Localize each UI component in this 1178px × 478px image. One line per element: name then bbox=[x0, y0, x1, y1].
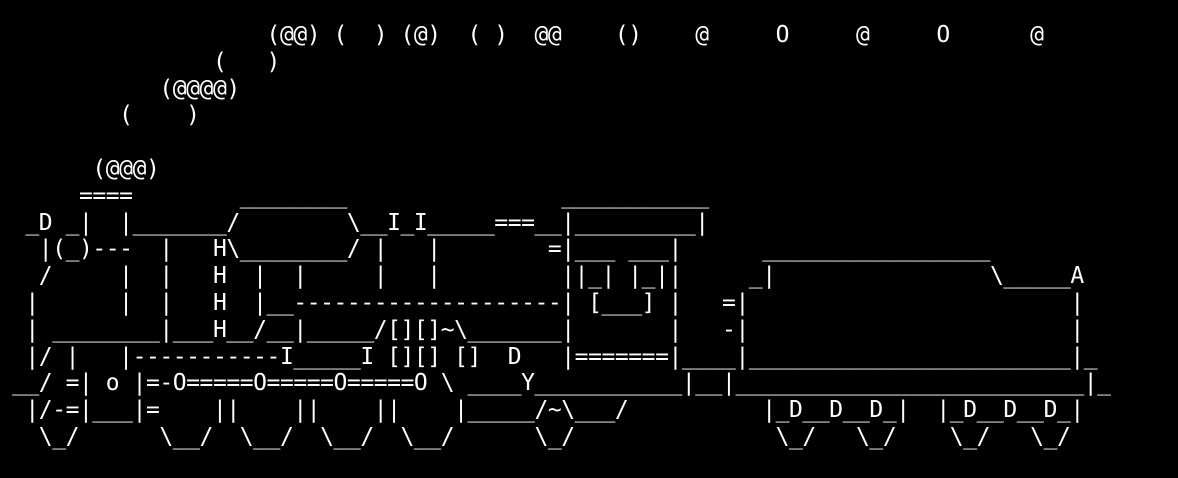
smoke-line-5: (@@@) bbox=[12, 155, 160, 182]
locomotive-line-8: __/ =| o |=-O=====O=====O=====O \ ____Y_… bbox=[12, 370, 1111, 397]
locomotive-line-3: |(_)--- | H\________/ | | =|___ ___| ___… bbox=[12, 236, 991, 263]
locomotive-line-1: ==== ________ ___________ bbox=[12, 182, 709, 209]
locomotive-line-5: | | | H |__--------------------| [___] |… bbox=[12, 289, 1084, 316]
smoke-line-4: ( ) bbox=[12, 102, 200, 129]
smoke-line-3: (@@@@) bbox=[12, 75, 240, 102]
locomotive-line-4: / | | H | | | | ||_| |_|| _| \_____A bbox=[12, 263, 1084, 290]
locomotive-line-6: | ________|___H__/__|_____/[][]~\_______… bbox=[12, 316, 1084, 343]
locomotive-line-2: _D _| |_______/ \__I_I_____===__|_______… bbox=[12, 209, 709, 236]
smoke-line-1: (@@) ( ) (@) ( ) @@ () @ O @ O @ bbox=[12, 22, 1045, 48]
wheels-line-1: |/-=|___|= || || || |_____/~\___/ |_D__D… bbox=[12, 397, 1084, 424]
smoke-line-2: ( ) bbox=[12, 48, 280, 75]
locomotive-line-7: |/ | |-----------I_____I [][] [] D |====… bbox=[12, 343, 1098, 370]
terminal-output: (@@) ( ) (@) ( ) @@ () @ O @ O @ ( ) (@@… bbox=[12, 22, 1111, 451]
wheels-line-2: \_/ \__/ \__/ \__/ \__/ \_/ \_/ \_/ \_/ … bbox=[12, 423, 1071, 450]
